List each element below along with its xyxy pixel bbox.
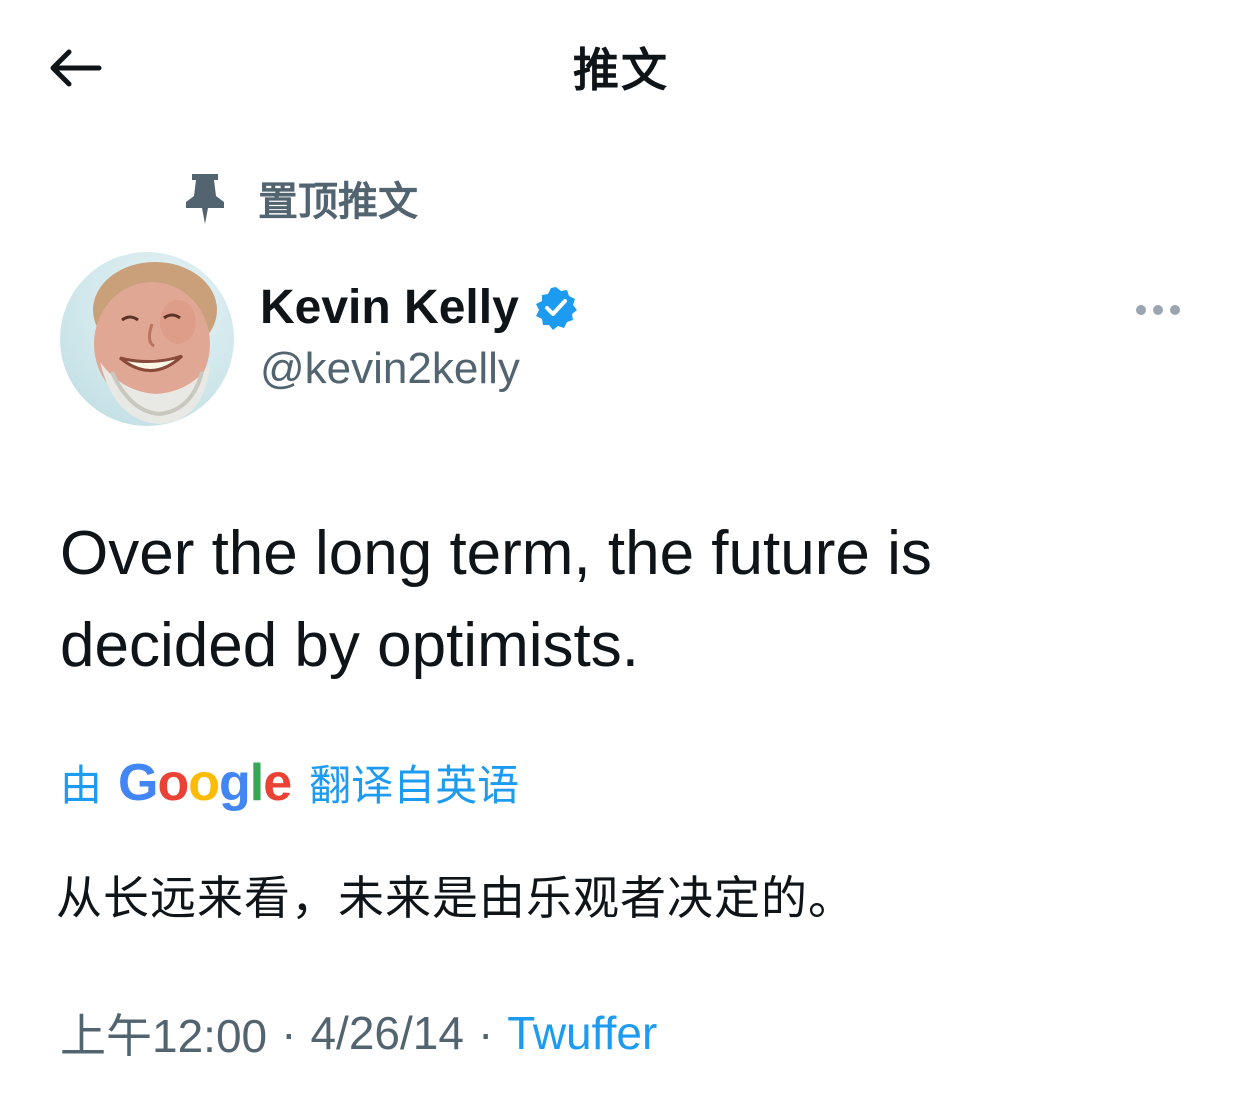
tweet-text-line: Over the long term, the future is [60,519,932,588]
more-horizontal-icon [1136,305,1180,315]
verified-badge-icon [533,285,579,331]
google-logo: Google [118,753,292,812]
pinned-indicator: 置顶推文 [180,168,418,228]
tweet-date[interactable]: 4/26/14 [310,1006,463,1060]
translation-suffix: 翻译自英语 [309,762,520,809]
pin-icon [186,174,224,224]
avatar[interactable] [60,252,234,426]
author-name-row[interactable]: Kevin Kelly [260,280,579,335]
author-name[interactable]: Kevin Kelly [260,280,519,335]
translation-prefix: 由 [60,762,103,809]
tweet-meta: 上午12:00 · 4/26/14 · Twuffer [60,1000,657,1066]
pinned-label: 置顶推文 [258,180,418,224]
meta-separator: · [281,1007,297,1059]
tweet-text-line: decided by optimists. [60,611,639,680]
tweet-time[interactable]: 上午12:00 [60,1000,267,1066]
tweet-source-link[interactable]: Twuffer [507,1006,657,1060]
page-title: 推文 [573,44,669,96]
tweet-text: Over the long term, the future is decide… [60,508,1180,692]
more-button[interactable] [1128,292,1188,328]
translated-text: 从长远来看，未来是由乐观者决定的。 [56,872,855,924]
author-handle[interactable]: @kevin2kelly [260,344,520,394]
meta-separator: · [477,1007,494,1059]
translation-attribution[interactable]: 由 Google 翻译自英语 [60,752,519,813]
